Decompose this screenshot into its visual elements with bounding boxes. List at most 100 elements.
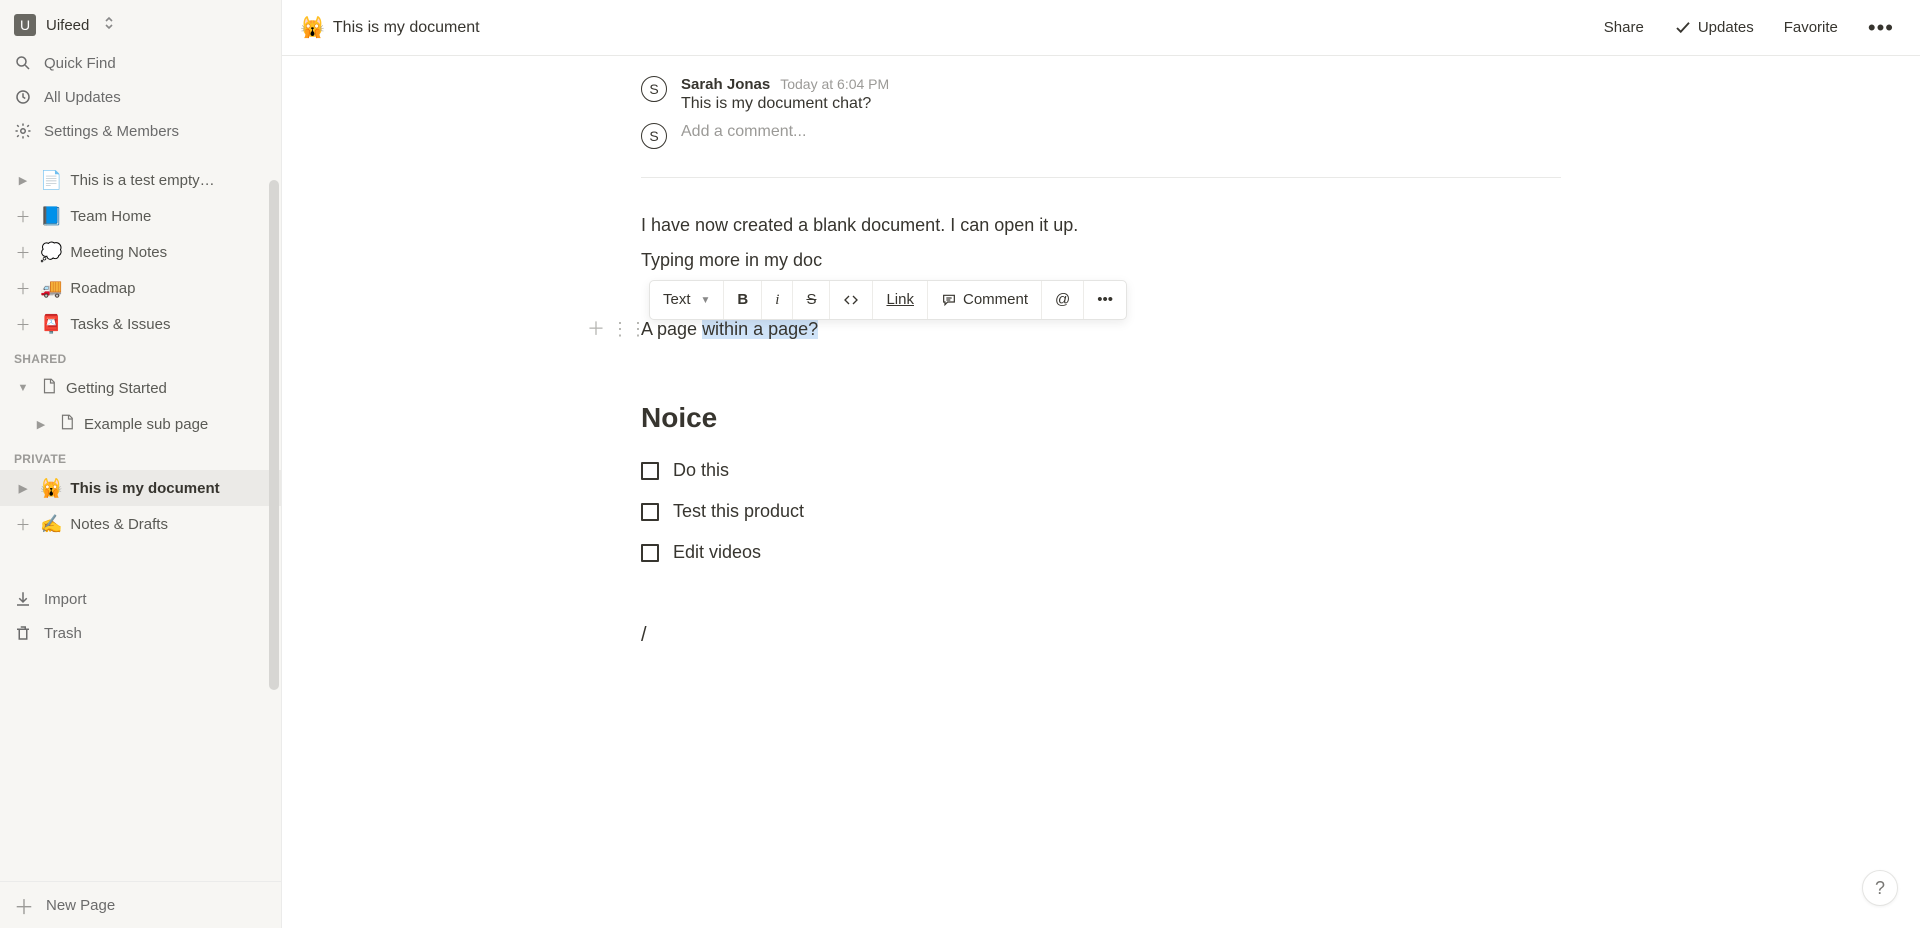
share-button[interactable]: Share — [1596, 13, 1652, 42]
breadcrumb-title[interactable]: This is my document — [333, 19, 480, 37]
toolbar-more-button[interactable]: ••• — [1084, 281, 1126, 319]
todo-item[interactable]: Edit videos — [641, 539, 1561, 566]
sidebar: U Uifeed Quick Find All Updates Settings… — [0, 0, 282, 928]
sidebar-item-roadmap[interactable]: ＋ 🚚 Roadmap — [0, 270, 281, 306]
document-body[interactable]: I have now created a blank document. I c… — [641, 178, 1561, 650]
settings-members[interactable]: Settings & Members — [0, 114, 281, 148]
block-type-dropdown[interactable]: Text▼ — [650, 281, 724, 319]
truck-icon: 🚚 — [40, 278, 62, 299]
quick-find[interactable]: Quick Find — [0, 46, 281, 80]
sidebar-item-this-document[interactable]: ▶ 🙀 This is my document — [0, 470, 281, 506]
sidebar-item-team-home[interactable]: ＋ 📘 Team Home — [0, 198, 281, 234]
todo-item[interactable]: Test this product — [641, 498, 1561, 525]
sidebar-item-label: Example sub page — [84, 416, 208, 433]
page-icon: 📄 — [40, 170, 62, 191]
sidebar-item-example-subpage[interactable]: ▶ Example sub page — [0, 406, 281, 442]
slash-command-text[interactable]: / — [641, 620, 1561, 650]
expand-icon — [103, 16, 115, 35]
chevron-down-icon: ▼ — [701, 293, 711, 308]
doc-icon[interactable]: 🙀 — [300, 15, 325, 40]
todo-label: Do this — [673, 457, 729, 484]
writing-icon: ✍️ — [40, 514, 62, 535]
heading[interactable]: Noice — [641, 397, 1561, 439]
strikethrough-button[interactable]: S — [793, 281, 830, 319]
checkbox[interactable] — [641, 503, 659, 521]
chevron-right-icon[interactable]: ▶ — [14, 482, 32, 495]
comments-region: S Sarah Jonas Today at 6:04 PM This is m… — [641, 56, 1561, 178]
todo-item[interactable]: Do this — [641, 457, 1561, 484]
new-page[interactable]: ＋ New Page — [0, 888, 281, 922]
new-page-label: New Page — [46, 897, 115, 914]
comment-button[interactable]: Comment — [928, 281, 1042, 319]
shared-header: SHARED — [0, 352, 281, 366]
add-block-icon[interactable]: ＋ — [587, 316, 605, 343]
plus-icon[interactable]: ＋ — [14, 206, 32, 227]
topbar: 🙀 This is my document Share Updates Favo… — [282, 0, 1920, 56]
text-segment: A page — [641, 319, 702, 339]
all-updates-label: All Updates — [44, 89, 121, 106]
sidebar-item-label: This is a test empty… — [70, 172, 214, 189]
comment-label: Comment — [963, 289, 1028, 312]
updates-button[interactable]: Updates — [1666, 13, 1762, 43]
sidebar-scrollbar[interactable] — [269, 180, 279, 690]
sidebar-item-label: Tasks & Issues — [70, 316, 170, 333]
todo-label: Test this product — [673, 498, 804, 525]
book-icon: 📘 — [40, 206, 62, 227]
todo-label: Edit videos — [673, 539, 761, 566]
import[interactable]: Import — [0, 582, 281, 616]
checkbox[interactable] — [641, 462, 659, 480]
italic-button[interactable]: i — [762, 281, 793, 319]
text-format-toolbar: Text▼ B i S Link Comment @ — [649, 280, 1127, 320]
chevron-right-icon[interactable]: ▶ — [32, 418, 50, 431]
trash[interactable]: Trash — [0, 616, 281, 650]
plus-icon[interactable]: ＋ — [14, 278, 32, 299]
bold-button[interactable]: B — [724, 281, 762, 319]
all-updates[interactable]: All Updates — [0, 80, 281, 114]
text-block[interactable]: ＋ ⋮⋮ A page within a page? — [641, 316, 1561, 343]
drag-handle-icon[interactable]: ⋮⋮ — [611, 316, 647, 343]
sidebar-item-meeting-notes[interactable]: ＋ 💭 Meeting Notes — [0, 234, 281, 270]
code-button[interactable] — [830, 281, 873, 319]
workspace-switcher[interactable]: U Uifeed — [0, 0, 281, 46]
sidebar-item-label: Meeting Notes — [70, 244, 167, 261]
doc-icon — [58, 413, 76, 436]
avatar: S — [641, 123, 667, 149]
comment-icon — [941, 292, 957, 308]
comment-author: Sarah Jonas — [681, 76, 770, 93]
paragraph[interactable]: I have now created a blank document. I c… — [641, 212, 1561, 239]
sidebar-item-tasks-issues[interactable]: ＋ 📮 Tasks & Issues — [0, 306, 281, 342]
sidebar-item-label: Team Home — [70, 208, 151, 225]
trash-label: Trash — [44, 625, 82, 642]
comment: S Sarah Jonas Today at 6:04 PM This is m… — [641, 76, 1561, 113]
sidebar-item-getting-started[interactable]: ▼ Getting Started — [0, 370, 281, 406]
workspace-pages: ▶ 📄 This is a test empty… ＋ 📘 Team Home … — [0, 162, 281, 342]
more-button[interactable]: ••• — [1860, 9, 1902, 47]
favorite-button[interactable]: Favorite — [1776, 13, 1846, 42]
paragraph[interactable]: Typing more in my doc — [641, 247, 1561, 274]
chevron-right-icon: ▶ — [14, 174, 32, 187]
sidebar-item-label: Getting Started — [66, 380, 167, 397]
plus-icon[interactable]: ＋ — [14, 514, 32, 535]
quick-find-label: Quick Find — [44, 55, 116, 72]
doc-icon — [40, 377, 58, 400]
checkbox[interactable] — [641, 544, 659, 562]
comment-timestamp: Today at 6:04 PM — [780, 76, 889, 92]
chevron-down-icon[interactable]: ▼ — [14, 382, 32, 394]
plus-icon[interactable]: ＋ — [14, 242, 32, 263]
main: 🙀 This is my document Share Updates Favo… — [282, 0, 1920, 928]
sidebar-item-label: This is my document — [70, 480, 219, 497]
cat-icon: 🙀 — [40, 478, 62, 499]
workspace-name: Uifeed — [46, 17, 89, 34]
sidebar-item-test-empty[interactable]: ▶ 📄 This is a test empty… — [0, 162, 281, 198]
settings-label: Settings & Members — [44, 123, 179, 140]
help-button[interactable]: ? — [1862, 870, 1898, 906]
comment-input[interactable] — [681, 123, 1561, 141]
sidebar-item-label: Notes & Drafts — [70, 516, 168, 533]
sidebar-item-notes-drafts[interactable]: ＋ ✍️ Notes & Drafts — [0, 506, 281, 542]
text-selection: within a page? — [702, 319, 818, 339]
postbox-icon: 📮 — [40, 314, 62, 335]
mention-button[interactable]: @ — [1042, 281, 1084, 319]
plus-icon[interactable]: ＋ — [14, 314, 32, 335]
link-button[interactable]: Link — [873, 281, 928, 319]
workspace-avatar: U — [14, 14, 36, 36]
